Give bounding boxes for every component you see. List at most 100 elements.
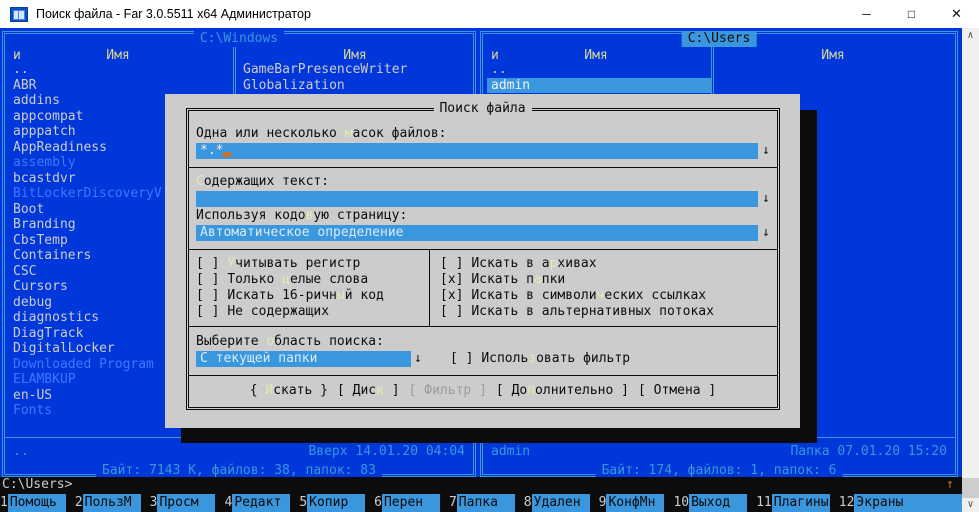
containing-label-hotkey: С: [196, 174, 204, 189]
scroll-up-icon[interactable]: ∧: [962, 28, 979, 43]
left-status-info: Вверх 14.01.20 04:04: [308, 444, 465, 459]
dialog-button-row: { Искать } [ Диск ] [ Фильтр ] [ Дополни…: [188, 383, 778, 399]
checkbox-hotkey: з: [528, 351, 537, 366]
fkey-11[interactable]: 11 Плагины: [756, 494, 830, 512]
checkbox-not-containing[interactable]: [ ] Не содержащих: [196, 304, 329, 320]
fkey-number: 4: [224, 495, 233, 511]
checkbox-mark: [ ]: [440, 256, 464, 271]
right-status-name: admin: [491, 444, 531, 459]
mask-history-icon[interactable]: ↓: [762, 143, 770, 159]
dialog-separator: [188, 167, 778, 168]
fkey-10[interactable]: 10 Выход: [673, 494, 748, 512]
fkey-2[interactable]: 2 ПользМ: [75, 494, 141, 512]
function-keybar: 1 Помощь 2 ПользМ 3 Просм 4 Редакт 5 Копир 6П…: [0, 494, 962, 512]
command-line[interactable]: C:\Users>: [0, 477, 962, 494]
checkbox-text: овать фильтр: [536, 351, 631, 366]
fkey-label: Просм: [157, 494, 216, 512]
fkey-12[interactable]: 12 Экраны: [839, 494, 962, 512]
fkey-label: Папка: [456, 494, 515, 512]
checkbox-search-archives[interactable]: [ ] Искать в архивах: [440, 256, 597, 272]
fkey-1[interactable]: 1 Помощь: [0, 494, 66, 512]
fkey-number: 1: [0, 495, 8, 511]
codepage-combobox[interactable]: Автоматическое определение: [196, 225, 758, 241]
containing-history-icon[interactable]: ↓: [762, 191, 770, 207]
fkey-number: 8: [523, 495, 532, 511]
checkbox-mark: [ ]: [196, 304, 220, 319]
search-area-dropdown-icon[interactable]: ↓: [414, 351, 422, 367]
fkey-label: Выход: [689, 494, 748, 512]
checkbox-mark: [ ]: [196, 288, 220, 303]
search-area-combobox[interactable]: С текущей папки: [196, 351, 411, 367]
containing-text-input[interactable]: [196, 191, 758, 207]
button-hotkey: к: [376, 383, 384, 398]
codepage-label-post: ую страницу:: [313, 208, 408, 223]
fkey-label: Копир: [307, 494, 366, 512]
advanced-button[interactable]: [ Дополнительно ]: [496, 383, 629, 399]
fkey-5[interactable]: 5 Копир: [299, 494, 366, 512]
right-panel-path[interactable]: C:\Users: [681, 31, 757, 47]
button-hotkey: п: [527, 383, 536, 398]
codepage-label-pre: Используя кодо: [196, 208, 306, 223]
checkbox-mark: [ ]: [196, 256, 220, 271]
file-item[interactable]: GameBarPresenceWriter: [239, 62, 469, 78]
mask-input[interactable]: *.*: [196, 143, 758, 159]
file-item[interactable]: ABR: [9, 78, 233, 94]
file-item[interactable]: ..: [9, 62, 233, 78]
fkey-number: 10: [673, 495, 690, 511]
checkbox-text: й код: [344, 288, 384, 303]
file-item[interactable]: admin: [487, 77, 711, 93]
fkey-6[interactable]: 6 Перен: [374, 494, 440, 512]
button-text: Дис: [352, 383, 377, 398]
fkey-8[interactable]: 8 Удален: [524, 494, 590, 512]
right-col2-header[interactable]: Имя: [715, 48, 951, 64]
checkbox-hotkey: ы: [336, 288, 345, 303]
window-scrollbar[interactable]: ∧ ∨: [962, 28, 979, 512]
fkey-number: 9: [598, 495, 607, 511]
dialog-separator: [188, 375, 778, 376]
fkey-number: 11: [756, 495, 772, 511]
codepage-value: Автоматическое определение: [200, 225, 404, 240]
button-bracket: [: [495, 383, 512, 398]
left-status-name: ..: [13, 444, 29, 459]
mask-label-pre: Одна или несколько: [196, 126, 345, 141]
scroll-down-icon[interactable]: ∨: [962, 497, 979, 512]
fkey-7[interactable]: 7 Папка: [449, 494, 515, 512]
cancel-button[interactable]: [ Отмена ]: [638, 383, 716, 399]
button-bracket: {: [249, 383, 266, 398]
maximize-button[interactable]: □: [889, 0, 934, 28]
fkey-9[interactable]: 9 КонфМн: [599, 494, 665, 512]
checkbox-hex-search[interactable]: [ ] Искать 16-ричный код: [196, 288, 384, 304]
find-button[interactable]: { Искать }: [250, 383, 328, 399]
checkbox-text: Искать в а: [471, 256, 550, 271]
checkbox-text: еских ссылках: [604, 288, 707, 303]
fkey-label: КонфМн: [606, 494, 665, 512]
file-item[interactable]: ..: [487, 62, 711, 78]
fkey-3[interactable]: 3 Просм: [150, 494, 216, 512]
file-item[interactable]: Globalization: [239, 78, 469, 94]
filter-button: [ Фильтр ]: [409, 383, 487, 399]
mask-label: Одна или несколько масок файлов:: [196, 126, 446, 142]
left-panel-path[interactable]: C:\Windows: [193, 31, 285, 47]
checkbox-use-filter[interactable]: [ ] Использовать фильтр: [450, 351, 630, 367]
checkbox-alternate-streams[interactable]: [ ] Искать в альтернативных потоках: [440, 304, 714, 320]
checkbox-search-symlinks[interactable]: [x] Искать в символических ссылках: [440, 288, 706, 304]
button-text: Отмена: [653, 383, 701, 398]
left-panel-summary: Байт: 7143 K, файлов: 38, папок: 83: [96, 462, 382, 478]
minimize-button[interactable]: ─: [844, 0, 889, 28]
text-cursor: [223, 152, 231, 157]
button-text: олнительно: [535, 383, 614, 398]
fkey-4[interactable]: 4 Редакт: [224, 494, 291, 512]
checkbox-search-folders[interactable]: [x] Искать папки: [440, 272, 565, 288]
drive-button[interactable]: [ Диск ]: [337, 383, 400, 399]
scrollbar-thumb[interactable]: [962, 478, 979, 498]
checkbox-whole-words[interactable]: [ ] Только целые слова: [196, 272, 368, 288]
close-button[interactable]: ✕: [934, 0, 979, 28]
checkbox-text: Только: [227, 272, 283, 287]
codepage-dropdown-icon[interactable]: ↓: [762, 225, 770, 241]
button-bracket: ]: [700, 383, 717, 398]
checkbox-mark: [ ]: [440, 304, 464, 319]
checkbox-case-sensitive[interactable]: [ ] Учитывать регистр: [196, 256, 360, 272]
window-title: Поиск файла - Far 3.0.5511 x64 Администр…: [36, 7, 311, 21]
search-area-value: С текущей папки: [200, 351, 318, 366]
checkbox-mark: [x]: [440, 272, 464, 287]
